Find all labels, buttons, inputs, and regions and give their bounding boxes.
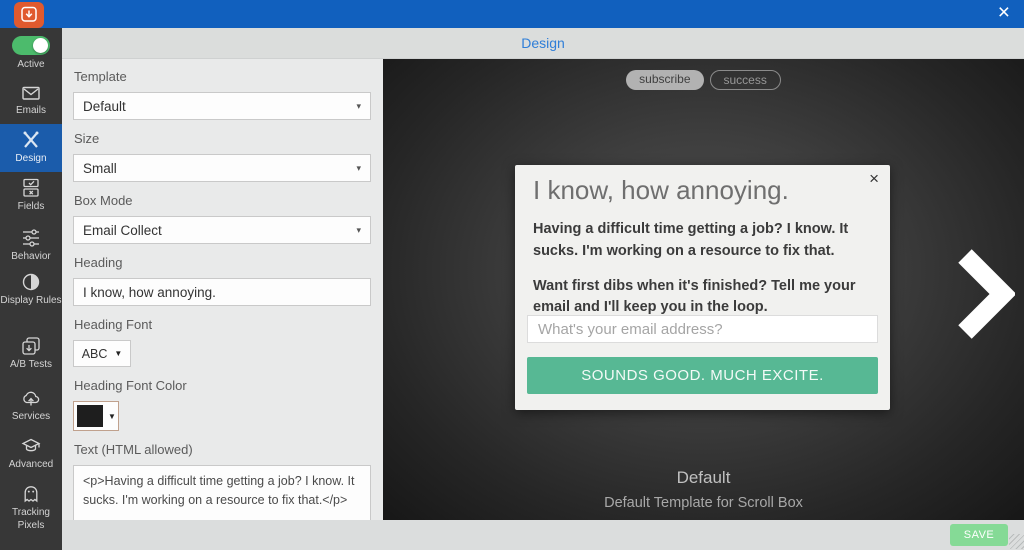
heading-font-label: Heading Font: [74, 317, 383, 332]
stacked-fields-icon: [21, 178, 41, 198]
sidebar-item-label: Active: [17, 59, 44, 70]
ghost-icon: [21, 484, 41, 504]
box-mode-select-value: Email Collect: [83, 223, 162, 238]
size-select[interactable]: Small ▾: [73, 154, 371, 182]
box-down-arrow-icon: [19, 5, 39, 25]
preview-state-pills: subscribe success: [383, 70, 1024, 90]
sidebar-item-label: Tracking Pixels: [12, 507, 50, 531]
sidebar-item-design[interactable]: Design: [0, 124, 62, 172]
close-icon[interactable]: ×: [998, 0, 1010, 27]
sidebar-item-behavior[interactable]: Behavior: [0, 228, 62, 264]
modal-email-input[interactable]: [527, 315, 878, 343]
sidebar-item-label: A/B Tests: [10, 359, 52, 370]
chevron-right-icon: [953, 248, 1015, 340]
chevron-down-icon: ▾: [356, 101, 361, 112]
template-select-value: Default: [83, 99, 126, 114]
heading-font-value: ABC: [82, 347, 108, 361]
modal-heading: I know, how annoying.: [533, 175, 789, 206]
heading-input[interactable]: [73, 278, 371, 306]
sidebar-item-label: Design: [15, 153, 46, 164]
size-select-value: Small: [83, 161, 117, 176]
sidebar-item-label: Services: [12, 411, 50, 422]
half-circle-icon: [21, 272, 41, 292]
text-html-label: Text (HTML allowed): [74, 442, 383, 457]
heading-font-color-label: Heading Font Color: [74, 378, 383, 393]
sliders-icon: [21, 228, 41, 248]
heading-font-color-picker[interactable]: ▼: [73, 401, 119, 431]
sidebar-item-active[interactable]: Active: [0, 36, 62, 72]
sidebar-item-label: Fields: [18, 201, 45, 212]
chevron-down-icon: ▼: [114, 349, 122, 358]
active-toggle[interactable]: [12, 36, 50, 55]
box-mode-select[interactable]: Email Collect ▾: [73, 216, 371, 244]
graduation-cap-icon: [21, 436, 41, 456]
tab-design[interactable]: Design: [521, 35, 565, 51]
size-label: Size: [74, 131, 383, 146]
modal-close-icon[interactable]: ×: [869, 169, 879, 189]
top-bar: ×: [0, 0, 1024, 28]
sidebar-item-label: Emails: [16, 105, 46, 116]
scroll-box-modal: × I know, how annoying. Having a difficu…: [515, 165, 890, 410]
heading-font-select[interactable]: ABC ▼: [73, 340, 131, 367]
sidebar: Active Emails Design Fields: [0, 28, 62, 550]
template-select[interactable]: Default ▾: [73, 92, 371, 120]
template-description: Default Template for Scroll Box: [383, 495, 1024, 511]
sidebar-item-label: Advanced: [9, 459, 53, 470]
envelope-icon: [21, 84, 41, 102]
tab-bar: Design: [62, 28, 1024, 59]
preview-area: subscribe success × I know, how annoying…: [383, 58, 1024, 520]
bottom-bar: SAVE: [62, 520, 1024, 550]
template-label: Template: [74, 69, 383, 84]
next-template-arrow[interactable]: [953, 248, 1015, 340]
heading-label: Heading: [74, 255, 383, 270]
layered-copies-icon: [21, 336, 41, 356]
sidebar-item-advanced[interactable]: Advanced: [0, 436, 62, 472]
success-pill[interactable]: success: [710, 70, 781, 90]
subscribe-pill[interactable]: subscribe: [626, 70, 703, 90]
chevron-down-icon: ▾: [356, 163, 361, 174]
modal-paragraph: Want first dibs when it's finished? Tell…: [533, 276, 874, 320]
sidebar-item-display-rules[interactable]: Display Rules: [0, 272, 62, 308]
chevron-down-icon: ▾: [356, 225, 361, 236]
color-swatch: [77, 405, 103, 427]
modal-subscribe-button[interactable]: SOUNDS GOOD. MUCH EXCITE.: [527, 357, 878, 394]
sidebar-item-label: Behavior: [11, 251, 50, 262]
cloud-upload-icon: [21, 388, 41, 408]
scroll-box-app-icon[interactable]: [14, 2, 44, 28]
modal-paragraph: Having a difficult time getting a job? I…: [533, 219, 874, 263]
template-name: Default: [383, 468, 1024, 488]
sidebar-item-services[interactable]: Services: [0, 388, 62, 424]
sidebar-item-label: Display Rules: [0, 295, 61, 306]
sidebar-item-emails[interactable]: Emails: [0, 84, 62, 118]
box-mode-label: Box Mode: [74, 193, 383, 208]
sidebar-item-tracking-pixels[interactable]: Tracking Pixels: [0, 484, 62, 532]
save-button[interactable]: SAVE: [950, 524, 1008, 546]
sidebar-item-ab-tests[interactable]: A/B Tests: [0, 336, 62, 372]
crossed-pencils-icon: [21, 130, 41, 150]
chevron-down-icon: ▼: [108, 412, 116, 421]
sidebar-item-fields[interactable]: Fields: [0, 178, 62, 214]
design-settings-panel: Template Default ▾ Size Small ▾ Box Mode…: [62, 59, 383, 550]
resize-grip[interactable]: [1009, 534, 1024, 549]
